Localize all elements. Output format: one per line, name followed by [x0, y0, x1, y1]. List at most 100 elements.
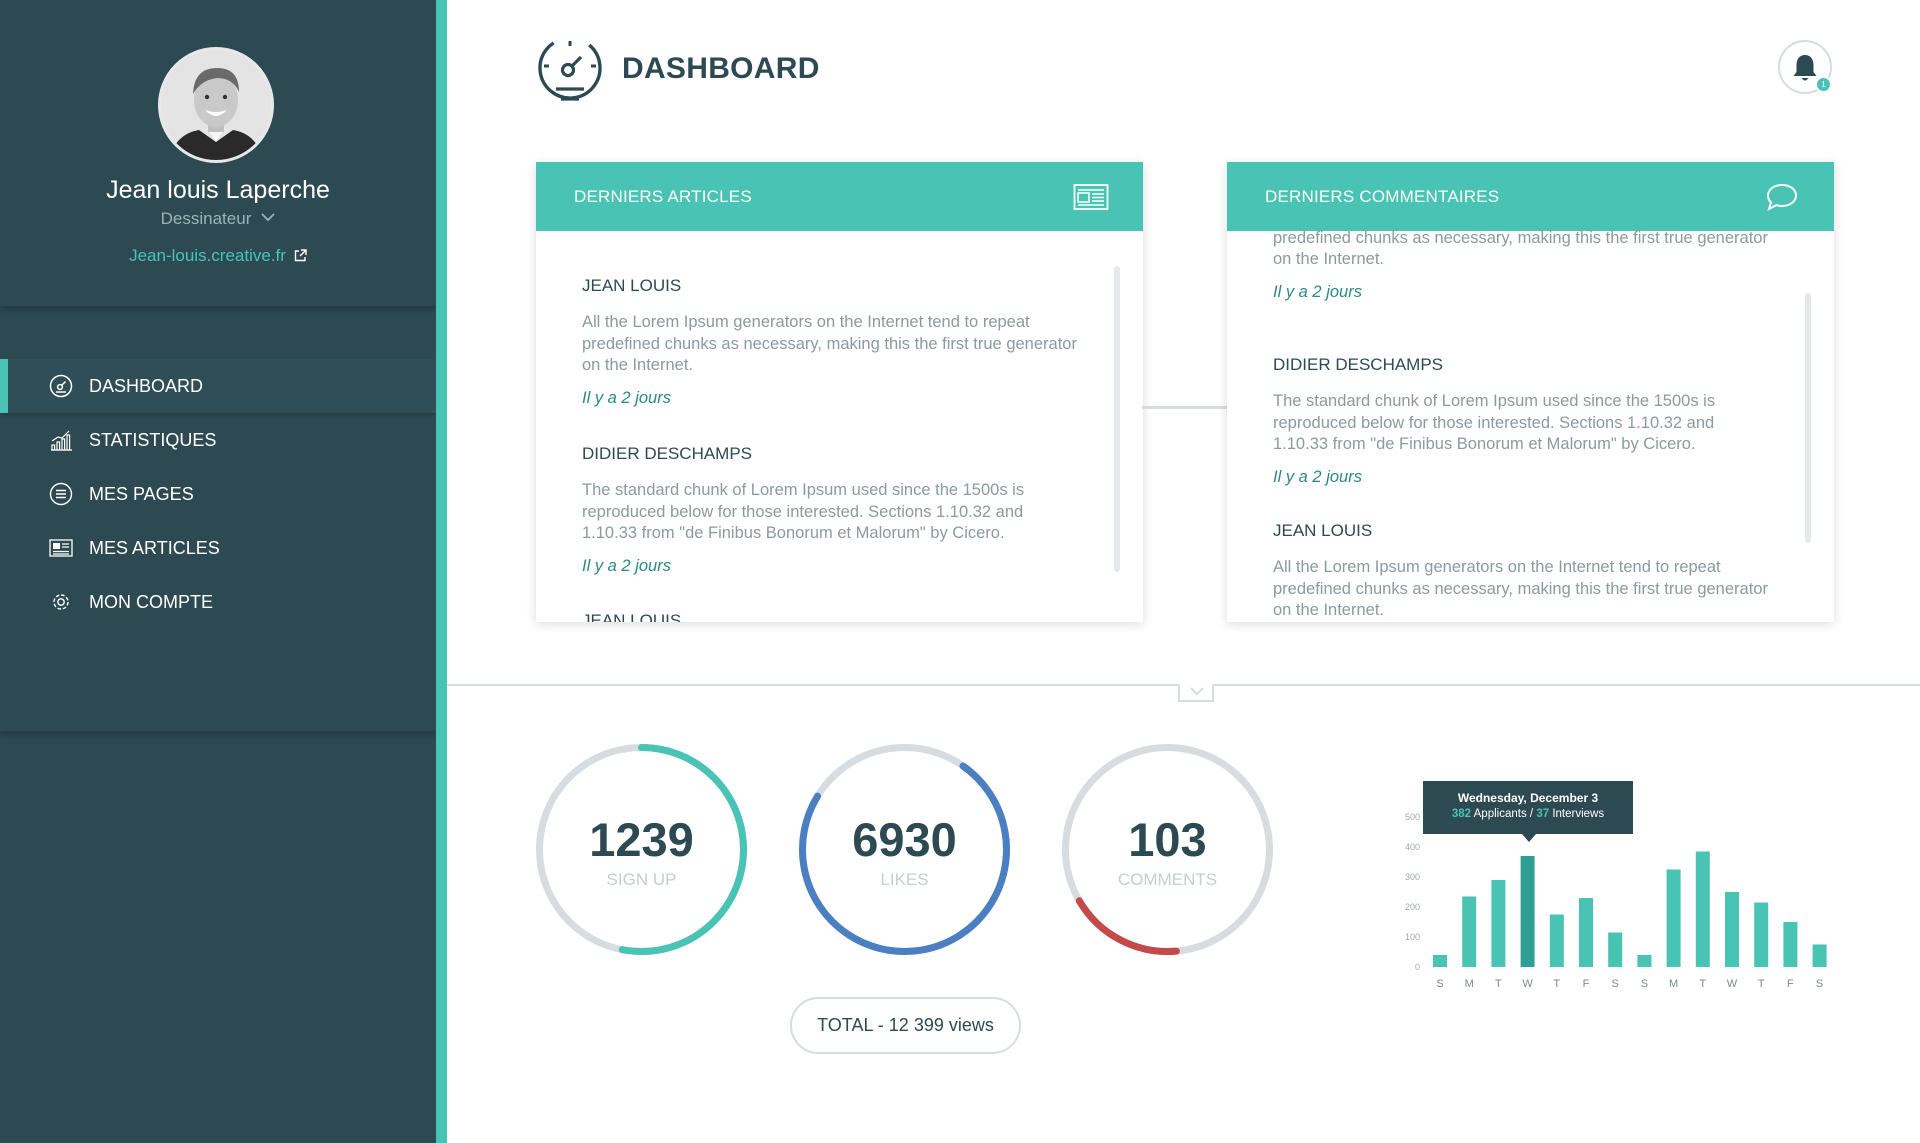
profile-role-dropdown[interactable]: Dessinateur	[0, 207, 436, 229]
comments-card: All the Lorem Ipsum generators on the In…	[1227, 162, 1834, 622]
stat-value: 1239	[589, 813, 694, 866]
total-views-button[interactable]: TOTAL - 12 399 views	[790, 997, 1021, 1054]
chart-bar[interactable]	[1579, 898, 1593, 967]
entry-time: Il y a 2 jours	[1273, 282, 1362, 301]
entry-text: The standard chunk of Lorem Ipsum used s…	[1273, 392, 1716, 453]
x-tick-label: S	[1436, 978, 1443, 990]
x-tick-label: S	[1641, 978, 1648, 990]
stat-likes: 6930 LIKES	[797, 742, 1012, 957]
list-item[interactable]: DIDIER DESCHAMPS The standard chunk of L…	[582, 444, 1082, 576]
tooltip-title: Wednesday, December 3	[1457, 791, 1599, 805]
stat-comments: 103 COMMENTS	[1060, 742, 1275, 957]
x-tick-label: W	[1522, 978, 1533, 990]
chart-bar[interactable]	[1695, 851, 1710, 968]
bar-chart-icon	[49, 428, 73, 452]
dashboard-gauge-icon	[536, 36, 604, 102]
tooltip-interviews-value: 37	[1536, 808, 1550, 820]
x-tick-label: W	[1727, 978, 1738, 990]
chart-bar[interactable]	[1754, 902, 1769, 968]
entry-time: Il y a 2 jours	[582, 388, 671, 407]
stat-value: 103	[1128, 813, 1207, 866]
articles-card-header: DERNIERS ARTICLES	[536, 162, 1143, 231]
collapse-toggle[interactable]	[1178, 684, 1214, 702]
avatar[interactable]	[158, 47, 274, 163]
gear-icon	[49, 590, 73, 614]
y-tick-label: 500	[1405, 812, 1420, 822]
x-tick-label: S	[1816, 978, 1823, 990]
sidebar-item-mon-compte[interactable]: MON COMPTE	[0, 575, 436, 629]
x-tick-label: M	[1465, 978, 1474, 990]
tooltip-applicants-label: Applicants	[1473, 808, 1527, 820]
sidebar-accent-bar	[436, 0, 447, 1143]
sidebar-item-dashboard[interactable]: DASHBOARD	[0, 359, 436, 413]
stat-signup: 1239 SIGN UP	[534, 742, 749, 957]
bell-icon	[1793, 55, 1817, 81]
comments-scrollbar[interactable]	[1805, 293, 1811, 543]
list-item[interactable]: DIDIER DESCHAMPS The standard chunk of L…	[1273, 355, 1773, 487]
chart-bar[interactable]	[1520, 856, 1535, 967]
chart-bar[interactable]	[1433, 955, 1447, 967]
articles-card: DERNIERS ARTICLES JEAN LOUIS All the Lor…	[536, 162, 1143, 622]
sidebar-nav: DASHBOARD STATISTIQUES MES PAGES MES ART…	[0, 359, 436, 629]
entry-author: JEAN LOUIS	[582, 611, 682, 622]
comments-card-title: DERNIERS COMMENTAIRES	[1265, 187, 1500, 206]
chart-bar[interactable]	[1725, 892, 1739, 967]
entry-text: The standard chunk of Lorem Ipsum used s…	[582, 481, 1025, 542]
y-tick-label: 0	[1415, 962, 1420, 972]
stat-label: LIKES	[880, 870, 929, 889]
x-tick-label: F	[1583, 978, 1590, 990]
chart-bar[interactable]	[1666, 869, 1681, 968]
newspaper-icon	[49, 536, 73, 560]
articles-card-title: DERNIERS ARTICLES	[574, 187, 752, 206]
chart-bar[interactable]	[1608, 932, 1623, 968]
sidebar-item-statistiques[interactable]: STATISTIQUES	[0, 413, 436, 467]
comments-list[interactable]: All the Lorem Ipsum generators on the In…	[1227, 231, 1834, 622]
entry-text: All the Lorem Ipsum generators on the In…	[582, 313, 1077, 374]
sidebar: Jean louis Laperche Dessinateur Jean-lou…	[0, 0, 436, 1143]
list-item[interactable]: JEAN LOUIS	[582, 611, 1082, 622]
page-title: DASHBOARD	[622, 52, 820, 85]
speech-bubble-icon[interactable]	[1764, 182, 1800, 212]
articles-list[interactable]: JEAN LOUIS All the Lorem Ipsum generator…	[536, 231, 1143, 622]
x-tick-label: S	[1612, 978, 1619, 990]
chevron-down-icon	[1190, 687, 1204, 696]
sidebar-item-mes-pages[interactable]: MES PAGES	[0, 467, 436, 521]
sidebar-item-label: DASHBOARD	[89, 375, 204, 396]
chart-bar[interactable]	[1637, 955, 1652, 967]
profile-website-link[interactable]: Jean-louis.creative.fr	[0, 246, 436, 267]
tooltip-applicants-value: 382	[1451, 808, 1472, 820]
profile-panel: Jean louis Laperche Dessinateur Jean-lou…	[0, 0, 436, 306]
tooltip-values: 382 Applicants / 37 Interviews	[1423, 808, 1633, 820]
chart-bar[interactable]	[1491, 880, 1506, 967]
y-tick-label: 400	[1405, 842, 1420, 852]
notification-count-badge: 1	[1815, 76, 1832, 93]
profile-name: Jean louis Laperche	[106, 176, 330, 204]
card-connector	[1142, 406, 1227, 409]
sidebar-item-mes-articles[interactable]: MES ARTICLES	[0, 521, 436, 575]
x-tick-label: M	[1669, 978, 1678, 990]
tooltip-interviews-label: Interviews	[1552, 808, 1605, 820]
list-item[interactable]: JEAN LOUIS All the Lorem Ipsum generator…	[1273, 521, 1773, 622]
nav-panel: DASHBOARD STATISTIQUES MES PAGES MES ART…	[0, 306, 436, 731]
list-item[interactable]: All the Lorem Ipsum generators on the In…	[1273, 231, 1773, 302]
gauge-icon	[49, 374, 73, 398]
entry-author: JEAN LOUIS	[1273, 521, 1373, 540]
tooltip-separator: /	[1529, 808, 1534, 820]
chart-bar[interactable]	[1549, 914, 1564, 968]
chart-bar[interactable]	[1783, 922, 1798, 967]
list-item[interactable]: JEAN LOUIS All the Lorem Ipsum generator…	[582, 276, 1082, 408]
y-tick-label: 300	[1405, 872, 1420, 882]
newspaper-icon[interactable]	[1073, 182, 1109, 212]
list-icon	[49, 482, 73, 506]
chart-bar[interactable]	[1812, 944, 1827, 968]
x-tick-label: T	[1553, 978, 1560, 990]
sidebar-item-label: STATISTIQUES	[89, 429, 217, 450]
x-tick-label: T	[1495, 978, 1502, 990]
x-tick-label: F	[1787, 978, 1794, 990]
articles-scrollbar[interactable]	[1114, 266, 1120, 572]
chart-bar[interactable]	[1462, 896, 1477, 968]
sidebar-item-label: MON COMPTE	[89, 591, 213, 612]
y-tick-label: 100	[1405, 932, 1420, 942]
profile-website-label: Jean-louis.creative.fr	[129, 246, 286, 265]
entry-author: JEAN LOUIS	[582, 276, 682, 295]
